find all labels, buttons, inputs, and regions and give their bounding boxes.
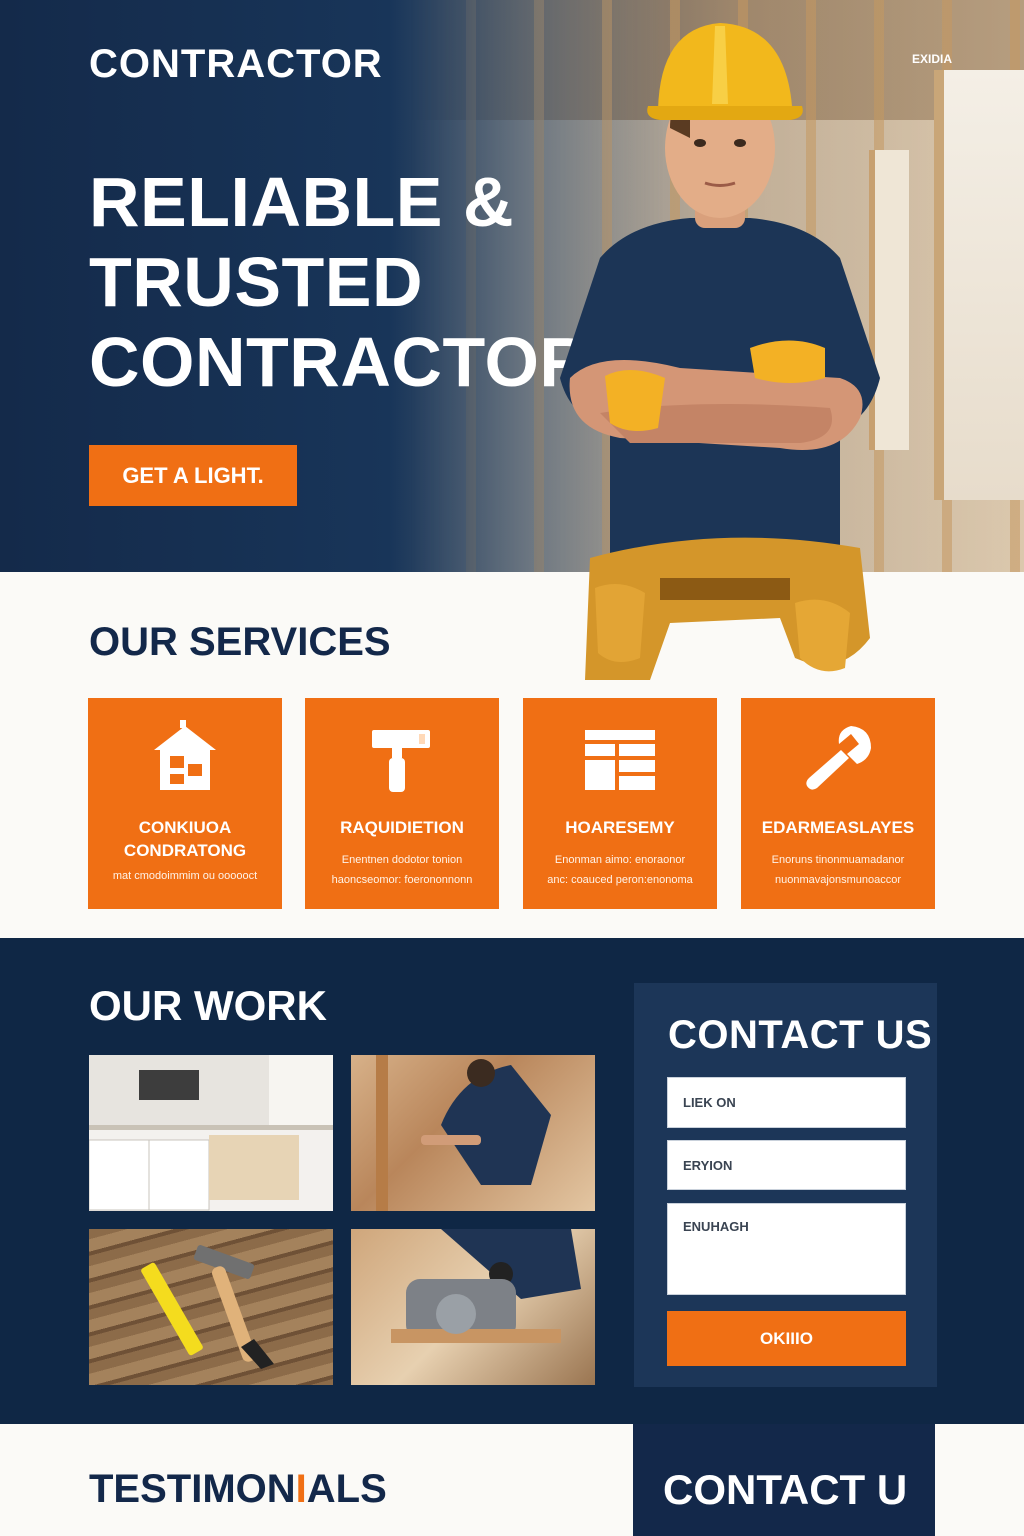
saw-photo[interactable] xyxy=(351,1229,595,1385)
service-card[interactable]: CONKIUOA CONDRATONG mat cmodoimmim ou oo… xyxy=(88,698,282,909)
testimonials-title: TESTIMONIALS xyxy=(89,1467,387,1512)
kitchen-photo[interactable] xyxy=(89,1055,333,1211)
service-description: mat cmodoimmim ou oooooct xyxy=(112,870,258,882)
service-card[interactable]: RAQUIDIETION Enentnen dodotor tonion hao… xyxy=(305,698,499,909)
service-description: Enonman aimo: enoraonor anc: coauced per… xyxy=(547,854,693,886)
submit-button[interactable]: OKIIIO xyxy=(667,1311,906,1366)
hero-title-line: TRUSTED xyxy=(89,243,424,321)
bottom-contact-title: CONTACT U xyxy=(663,1466,908,1513)
testimonials-title-part: TESTIMON xyxy=(89,1467,296,1511)
service-title: RAQUIDIETION xyxy=(340,818,464,837)
brand-logo[interactable]: CONTRACTOR xyxy=(89,42,383,87)
contractor-worker-image xyxy=(560,23,880,680)
brick-wall-icon xyxy=(523,720,717,794)
testimonials-title-accent: I xyxy=(295,1467,307,1511)
hero-cta-button[interactable]: GET A LIGHT. xyxy=(89,445,297,506)
service-title: HOARESEMY xyxy=(565,818,675,837)
service-description: Enentnen dodotor tonion haoncseomor: foe… xyxy=(331,854,473,886)
service-title: CONKIUOA CONDRATONG xyxy=(123,818,247,860)
contact-form-card: CONTACT US OKIIIO xyxy=(634,983,937,1387)
service-card[interactable]: EDARMEASLAYES Enoruns tinonmuamadanor nu… xyxy=(741,698,935,909)
email-field[interactable] xyxy=(667,1140,906,1190)
header-nav-link[interactable]: EXIDIA xyxy=(912,52,952,66)
floor-install-photo[interactable] xyxy=(351,1055,595,1211)
house-icon xyxy=(88,720,282,794)
service-title: EDARMEASLAYES xyxy=(761,818,915,837)
hero-title-line: RELIABLE & xyxy=(89,163,514,241)
contact-title: CONTACT US xyxy=(668,1013,933,1057)
testimonials-title-part: ALS xyxy=(306,1467,387,1511)
service-description: Enoruns tinonmuamadanor nuonmavajonsmuno… xyxy=(771,854,905,886)
work-title: OUR WORK xyxy=(89,982,327,1029)
hero-window-decor xyxy=(934,70,1024,500)
service-card[interactable]: HOARESEMY Enonman aimo: enoraonor anc: c… xyxy=(523,698,717,909)
wrench-icon xyxy=(741,720,935,794)
bottom-contact-panel: CONTACT U xyxy=(633,1424,935,1536)
paint-roller-icon xyxy=(305,720,499,794)
hammer-photo[interactable] xyxy=(89,1229,333,1385)
services-title: OUR SERVICES xyxy=(89,620,391,664)
name-field[interactable] xyxy=(667,1077,906,1128)
hero-title: RELIABLE & TRUSTED CONTRACTOR xyxy=(89,162,590,402)
hero-title-line: CONTRACTOR xyxy=(89,323,591,401)
message-field[interactable] xyxy=(667,1203,906,1295)
